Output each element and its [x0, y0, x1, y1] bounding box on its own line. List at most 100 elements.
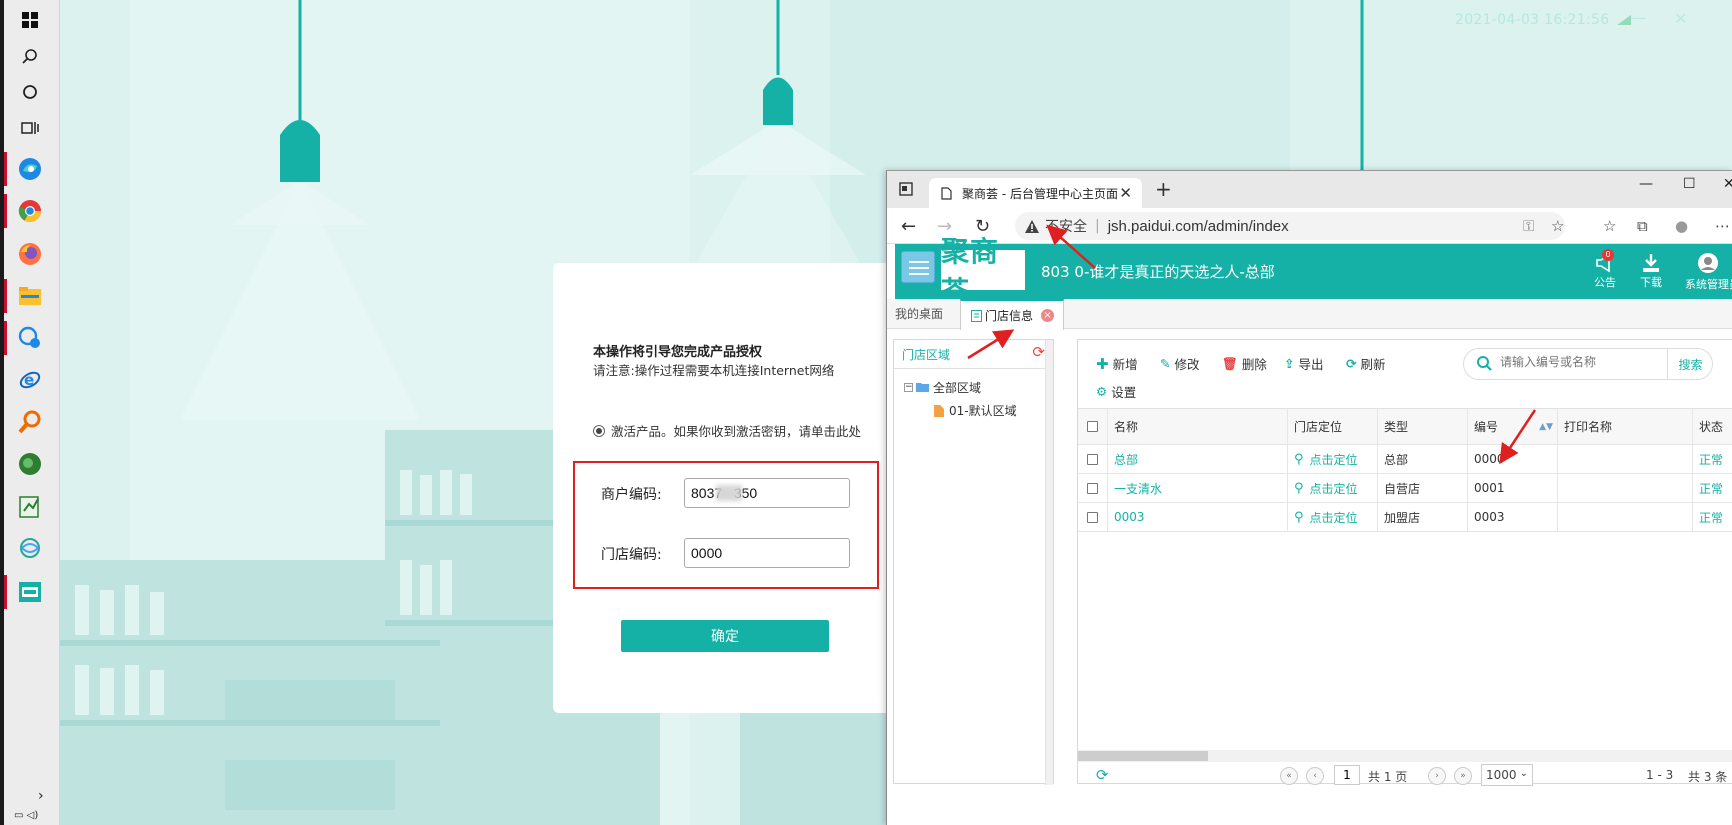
row-locate[interactable]: ⚲ 点击定位: [1288, 445, 1378, 473]
magnifier-icon[interactable]: [16, 408, 44, 436]
row-checkbox[interactable]: [1087, 511, 1098, 523]
add-favorite-icon[interactable]: ☆: [1551, 217, 1564, 235]
minimize-desktop-icon[interactable]: —: [1630, 8, 1646, 27]
window-close-icon[interactable]: ✕: [1723, 176, 1732, 192]
profile-icon[interactable]: ●: [1675, 217, 1688, 235]
settings-label: 设置: [1111, 385, 1137, 400]
col-location[interactable]: 门店定位: [1288, 409, 1378, 444]
locate-text: 点击定位: [1309, 510, 1358, 525]
tab-store-info[interactable]: 门店信息 ×: [960, 299, 1064, 330]
last-page-icon[interactable]: »: [1454, 767, 1472, 785]
next-page-icon[interactable]: ›: [1428, 767, 1446, 785]
prev-page-icon[interactable]: ‹: [1306, 767, 1324, 785]
add-button[interactable]: ✚ 新增: [1096, 354, 1138, 373]
collapse-icon[interactable]: −: [904, 383, 913, 392]
delete-button[interactable]: 🗑 删除: [1222, 354, 1267, 373]
search-icon[interactable]: [16, 42, 44, 70]
expand-chevron-icon[interactable]: ›: [38, 788, 44, 804]
search-input[interactable]: [1500, 355, 1650, 369]
record-range: 1 - 3: [1646, 768, 1674, 782]
tab-actions-icon[interactable]: [899, 182, 913, 200]
pager-refresh-icon[interactable]: ⟳: [1096, 766, 1109, 784]
row-status[interactable]: 正常: [1693, 445, 1732, 473]
new-tab-icon[interactable]: +: [1155, 177, 1172, 201]
key-icon[interactable]: ⚿: [1523, 217, 1534, 235]
pager: ⟳ « ‹ 共 1 页 › » 1000⌄ 1 - 3 共 3 条: [1078, 762, 1732, 788]
col-code[interactable]: 编号 ▲▼: [1468, 409, 1558, 444]
chrome-icon[interactable]: [16, 197, 44, 225]
network-app-icon[interactable]: [16, 534, 44, 562]
scrollbar-thumb[interactable]: [1078, 751, 1208, 761]
page-tab-bar: 我的桌面 门店信息 ×: [887, 299, 1732, 330]
tree-node-all[interactable]: − 全部区域: [904, 379, 981, 396]
scrollbar[interactable]: [1045, 340, 1053, 785]
favorites-icon[interactable]: ☆: [1603, 217, 1616, 235]
file-explorer-icon[interactable]: [16, 282, 44, 310]
tab-close-icon[interactable]: ×: [1041, 309, 1055, 322]
merchant-code-input[interactable]: [684, 478, 850, 508]
page-size-select[interactable]: 1000 ⌄: [1481, 764, 1533, 786]
row-checkbox[interactable]: [1087, 482, 1098, 494]
table-row[interactable]: 0003 ⚲ 点击定位 加盟店 0003 正常: [1078, 503, 1732, 532]
col-status[interactable]: 状态: [1693, 409, 1732, 444]
more-menu-icon[interactable]: ⋯: [1715, 217, 1730, 235]
ie-icon[interactable]: e: [16, 366, 44, 394]
select-all-checkbox[interactable]: [1087, 421, 1098, 432]
window-maximize-icon[interactable]: ☐: [1683, 176, 1696, 192]
windows-start-icon[interactable]: [16, 6, 44, 34]
settings-button[interactable]: ⚙ 设置: [1096, 382, 1136, 401]
window-minimize-icon[interactable]: —: [1639, 176, 1653, 192]
first-page-icon[interactable]: «: [1280, 767, 1298, 785]
tray-icons[interactable]: ▭ ◁): [14, 810, 38, 821]
table-row[interactable]: 一支清水 ⚲ 点击定位 自营店 0001 正常: [1078, 474, 1732, 503]
download-button[interactable]: 下载: [1631, 252, 1671, 290]
tree-node-default[interactable]: 01-默认区域: [934, 402, 1017, 419]
close-desktop-icon[interactable]: ✕: [1674, 9, 1687, 28]
edit-button[interactable]: ✎ 修改: [1160, 354, 1200, 373]
confirm-button[interactable]: 确定: [621, 620, 829, 652]
row-checkbox[interactable]: [1087, 453, 1098, 465]
search-button[interactable]: 搜索: [1667, 349, 1713, 379]
sort-icon[interactable]: ▲▼: [1539, 422, 1553, 432]
tab-store-info-label: 门店信息: [985, 309, 1034, 323]
col-name[interactable]: 名称: [1108, 409, 1288, 444]
task-view-icon[interactable]: [16, 114, 44, 142]
table-row[interactable]: 总部 ⚲ 点击定位 总部 0000 正常: [1078, 445, 1732, 474]
store-code-input[interactable]: [684, 538, 850, 568]
page-number-input[interactable]: [1334, 765, 1360, 785]
col-type[interactable]: 类型: [1378, 409, 1468, 444]
activate-radio[interactable]: [593, 424, 605, 437]
user-menu-button[interactable]: 系统管理员: [1685, 252, 1732, 292]
col-print-name[interactable]: 打印名称: [1558, 409, 1693, 444]
hamburger-menu-button[interactable]: [901, 251, 935, 283]
download-icon: [1643, 254, 1659, 272]
activate-radio-label: 激活产品。如果你收到激活密钥，请单击此处: [611, 424, 862, 439]
chat-icon[interactable]: [16, 324, 44, 352]
row-name[interactable]: 0003: [1108, 503, 1288, 531]
notepad-icon[interactable]: [16, 492, 44, 520]
green-app-icon[interactable]: [16, 450, 44, 478]
cortana-icon[interactable]: [16, 78, 44, 106]
tab-my-desk[interactable]: 我的桌面: [895, 305, 943, 322]
form-icon: [971, 309, 982, 322]
row-name[interactable]: 总部: [1108, 445, 1288, 473]
refresh-icon[interactable]: ⟳: [1032, 343, 1045, 361]
edge-icon[interactable]: [16, 155, 44, 183]
register-app-icon[interactable]: [16, 578, 44, 606]
firefox-icon[interactable]: [16, 240, 44, 268]
row-status[interactable]: 正常: [1693, 503, 1732, 531]
browser-tab-active[interactable]: 聚商荟 - 后台管理中心主页面 ✕: [929, 178, 1142, 208]
export-button[interactable]: ⇪ 导出: [1284, 354, 1324, 373]
row-locate[interactable]: ⚲ 点击定位: [1288, 474, 1378, 502]
tab-close-icon[interactable]: ✕: [1119, 184, 1132, 202]
row-status[interactable]: 正常: [1693, 474, 1732, 502]
row-name[interactable]: 一支清水: [1108, 474, 1288, 502]
refresh-button[interactable]: ⟳ 刷新: [1346, 354, 1386, 373]
horizontal-scrollbar[interactable]: [1078, 750, 1732, 762]
collections-icon[interactable]: ⧉: [1637, 217, 1648, 235]
activate-radio-option[interactable]: 激活产品。如果你收到激活密钥，请单击此处: [593, 421, 861, 440]
back-arrow-icon[interactable]: ←: [901, 216, 916, 237]
url-box[interactable]: 不安全 | jsh.paidui.com/admin/index: [1015, 212, 1565, 240]
row-locate[interactable]: ⚲ 点击定位: [1288, 503, 1378, 531]
insecure-label: 不安全: [1045, 219, 1087, 235]
